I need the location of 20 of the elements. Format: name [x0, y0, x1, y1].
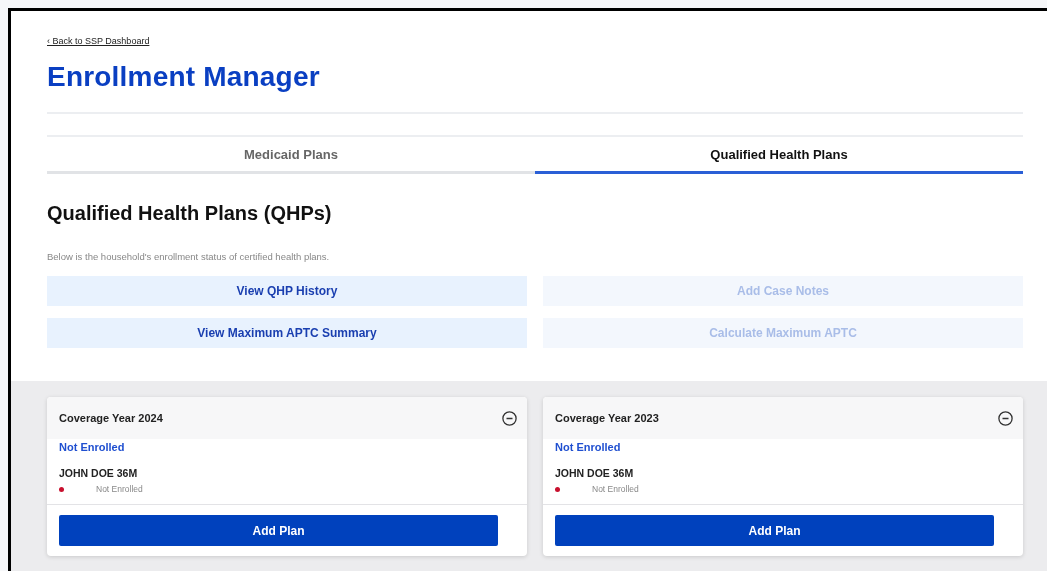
collapse-icon[interactable] [998, 410, 1013, 426]
add-plan-button[interactable]: Add Plan [555, 515, 994, 546]
add-plan-button[interactable]: Add Plan [59, 515, 498, 546]
back-link[interactable]: ‹ Back to SSP Dashboard [47, 36, 150, 46]
action-button[interactable]: View QHP History [47, 276, 527, 306]
member-status: Not Enrolled [592, 484, 639, 494]
enrollment-status: Not Enrolled [58, 440, 126, 453]
member-name: JOHN DOE 36M [59, 467, 139, 479]
page-title: Enrollment Manager [47, 61, 321, 93]
member-name: JOHN DOE 36M [555, 467, 635, 479]
member-status: Not Enrolled [96, 484, 143, 494]
section-description: Below is the household's enrollment status of certified health plans. [47, 251, 331, 262]
action-button[interactable]: View Maximum APTC Summary [47, 318, 527, 348]
collapse-icon[interactable] [502, 410, 517, 426]
card-title: Coverage Year 2023 [555, 412, 659, 424]
tab[interactable]: Qualified Health Plans [535, 137, 1023, 174]
card-title: Coverage Year 2024 [59, 412, 163, 424]
section-heading: Qualified Health Plans (QHPs) [47, 202, 333, 225]
tab[interactable]: Medicaid Plans [47, 137, 535, 174]
enrollment-status: Not Enrolled [554, 440, 622, 453]
